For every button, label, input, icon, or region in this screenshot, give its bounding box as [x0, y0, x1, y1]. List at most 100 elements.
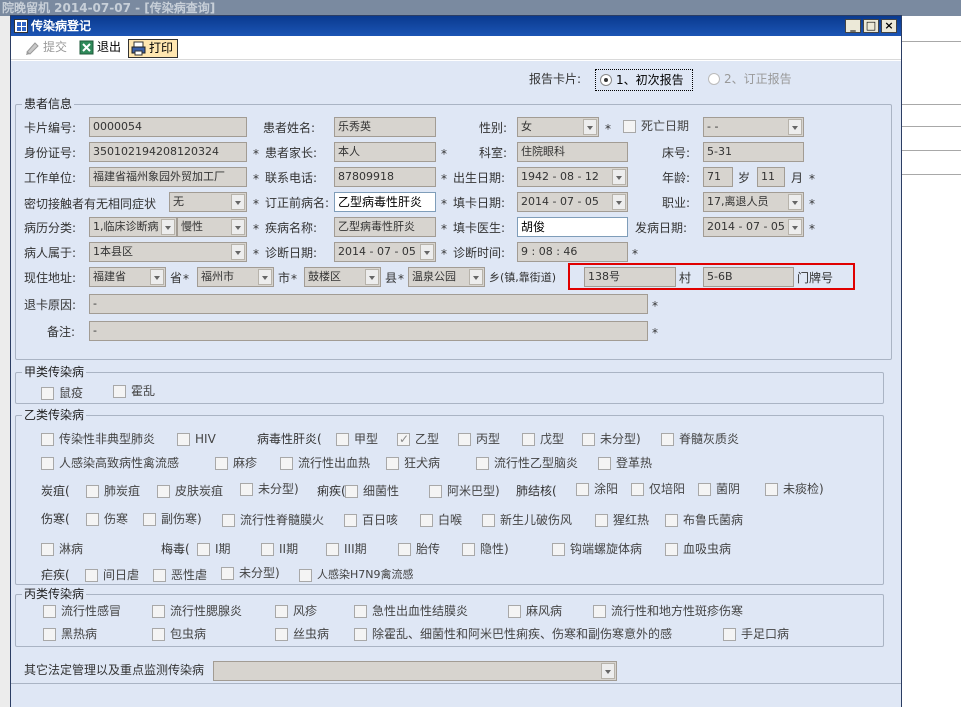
paratyphoid-checkbox[interactable]: 副伤寒)	[143, 511, 202, 527]
anthrax-untyped-checkbox[interactable]: 未分型)	[240, 481, 299, 497]
doctor-field[interactable]: 胡俊	[517, 217, 628, 237]
card-no-field[interactable]: 0000054	[89, 117, 247, 137]
tb-culture-checkbox[interactable]: 仅培阳	[631, 481, 685, 497]
age-months-field[interactable]: 11	[757, 167, 785, 187]
remark-field[interactable]: -	[89, 321, 648, 341]
minimize-button[interactable]: _	[845, 19, 861, 33]
bed-field[interactable]: 5-31	[703, 142, 804, 162]
onset-date-picker[interactable]: 2014 - 07 - 05	[703, 217, 804, 237]
hep-untyped-checkbox[interactable]: 未分型)	[582, 431, 641, 447]
print-button[interactable]: 打印	[128, 39, 179, 58]
malaria-untyped-checkbox[interactable]: 未分型)	[221, 565, 280, 581]
leptospirosis-checkbox[interactable]: 钩端螺旋体病	[552, 541, 642, 557]
title-bar[interactable]: 传染病登记 _ □ ×	[11, 16, 901, 36]
province-select[interactable]: 福建省	[89, 267, 166, 287]
filariasis-checkbox[interactable]: 丝虫病	[275, 626, 329, 642]
county-select[interactable]: 鼓楼区	[304, 267, 381, 287]
birth-date-picker[interactable]: 1942 - 08 - 12	[517, 167, 628, 187]
revised-report-radio[interactable]: 2、订正报告	[708, 71, 792, 87]
brucellosis-checkbox[interactable]: 布鲁氏菌病	[665, 512, 743, 528]
dys-amoeba-checkbox[interactable]: 阿米巴型)	[429, 483, 500, 499]
diarrhea-checkbox[interactable]: 除霍乱、细菌性和阿米巴性痢疾、伤寒和副伤寒意外的感	[354, 626, 672, 642]
meningitis-checkbox[interactable]: 流行性脊髓膜火	[222, 512, 324, 528]
schistosomiasis-checkbox[interactable]: 血吸虫病	[665, 541, 731, 557]
plague-checkbox[interactable]: 鼠疫	[41, 385, 83, 401]
hfmd-checkbox[interactable]: 手足口病	[723, 626, 789, 642]
rubella-checkbox[interactable]: 风疹	[275, 603, 317, 619]
h5n1-checkbox[interactable]: 人感染高致病性禽流感	[41, 455, 179, 471]
contact-symptom-select[interactable]: 无	[169, 192, 247, 212]
occupation-select[interactable]: 17,离退人员	[703, 192, 804, 212]
jeb-checkbox[interactable]: 流行性乙型脑炎	[476, 455, 578, 471]
city-select[interactable]: 福州市	[197, 267, 274, 287]
dengue-checkbox[interactable]: 登革热	[598, 455, 652, 471]
age-years-field[interactable]: 71	[703, 167, 733, 187]
id-field[interactable]: 350102194208120324	[89, 142, 247, 162]
exit-button[interactable]: 退出	[77, 39, 121, 58]
tb-positive-checkbox[interactable]: 涂阳	[576, 481, 618, 497]
death-date-picker[interactable]: - -	[703, 117, 804, 137]
typhoid-checkbox[interactable]: 伤寒	[86, 511, 128, 527]
vivax-checkbox[interactable]: 间日虐	[85, 567, 139, 583]
work-unit-field[interactable]: 福建省福州象园外贸加工厂	[89, 167, 247, 187]
ahc-checkbox[interactable]: 急性出血性结膜炎	[354, 603, 468, 619]
dept-field[interactable]: 住院眼科	[517, 142, 628, 162]
hep-c-checkbox[interactable]: 丙型	[458, 431, 500, 447]
town-select[interactable]: 温泉公园	[408, 267, 485, 287]
ehf-checkbox[interactable]: 流行性出血热	[280, 455, 370, 471]
case-category-select[interactable]: 1,临床诊断病	[89, 217, 177, 237]
polio-checkbox[interactable]: 脊髓灰质炎	[661, 431, 739, 447]
mumps-checkbox[interactable]: 流行性腮腺炎	[152, 603, 242, 619]
hep-b-checkbox[interactable]: 乙型	[397, 431, 439, 447]
anthrax-lung-checkbox[interactable]: 肺炭疽	[86, 483, 140, 499]
pertussis-checkbox[interactable]: 百日咳	[344, 512, 398, 528]
tb-negative-checkbox[interactable]: 菌阴	[698, 481, 740, 497]
house-number-field[interactable]: 138号	[584, 267, 676, 287]
hep-e-checkbox[interactable]: 戊型	[522, 431, 564, 447]
tetanus-checkbox[interactable]: 新生儿破伤风	[482, 512, 572, 528]
diphtheria-checkbox[interactable]: 白喉	[420, 512, 462, 528]
fill-date-picker[interactable]: 2014 - 07 - 05	[517, 192, 628, 212]
leprosy-checkbox[interactable]: 麻风病	[508, 603, 562, 619]
submit-button[interactable]: 提交	[23, 39, 67, 58]
syphilis-fetal-checkbox[interactable]: 胎传	[398, 541, 440, 557]
rabies-checkbox[interactable]: 狂犬病	[386, 455, 440, 471]
h7n9-checkbox[interactable]: 人感染H7N9禽流感	[299, 567, 414, 583]
case-chronic-select[interactable]: 慢性	[177, 217, 247, 237]
parent-field[interactable]: 本人	[334, 142, 436, 162]
other-disease-select[interactable]	[213, 661, 617, 681]
hep-a-checkbox[interactable]: 甲型	[336, 431, 378, 447]
syphilis-3-checkbox[interactable]: III期	[326, 541, 367, 557]
kala-azar-checkbox[interactable]: 黑热病	[43, 626, 97, 642]
belong-select[interactable]: 1本县区	[89, 242, 247, 262]
hydatid-checkbox[interactable]: 包虫病	[152, 626, 206, 642]
anthrax-skin-checkbox[interactable]: 皮肤炭疽	[157, 483, 223, 499]
return-reason-field[interactable]: -	[89, 294, 648, 314]
hiv-checkbox[interactable]: HIV	[177, 431, 216, 447]
syphilis-latent-checkbox[interactable]: 隐性)	[462, 541, 509, 557]
tb-unchecked-checkbox[interactable]: 未痰检)	[765, 481, 824, 497]
death-date-checkbox[interactable]: 死亡日期	[623, 118, 689, 134]
close-button[interactable]: ×	[881, 19, 897, 33]
syphilis-2-checkbox[interactable]: II期	[261, 541, 298, 557]
influenza-checkbox[interactable]: 流行性感冒	[43, 603, 121, 619]
measles-checkbox[interactable]: 麻疹	[215, 455, 257, 471]
initial-report-radio[interactable]: 1、初次报告	[595, 69, 693, 91]
diag-date-picker[interactable]: 2014 - 07 - 05	[334, 242, 436, 262]
door-number-field[interactable]: 5-6B	[703, 267, 794, 287]
maximize-button[interactable]: □	[863, 19, 879, 33]
patient-name-field[interactable]: 乐秀英	[334, 117, 436, 137]
scarlet-fever-checkbox[interactable]: 猩红热	[595, 512, 649, 528]
sars-checkbox[interactable]: 传染性非典型肺炎	[41, 431, 155, 447]
disease-name-field[interactable]: 乙型病毒性肝炎	[334, 217, 436, 237]
dys-bacterial-checkbox[interactable]: 细菌性	[345, 483, 399, 499]
sex-select[interactable]: 女	[517, 117, 599, 137]
cholera-checkbox[interactable]: 霍乱	[113, 383, 155, 399]
syphilis-1-checkbox[interactable]: I期	[197, 541, 231, 557]
diag-time-field[interactable]: 9 : 08 : 46	[517, 242, 628, 262]
falciparum-checkbox[interactable]: 恶性虐	[153, 567, 207, 583]
pre-revision-field[interactable]: 乙型病毒性肝炎	[334, 192, 436, 212]
phone-field[interactable]: 87809918	[334, 167, 436, 187]
gonorrhea-checkbox[interactable]: 淋病	[41, 541, 83, 557]
typhus-checkbox[interactable]: 流行性和地方性斑疹伤寒	[593, 603, 743, 619]
